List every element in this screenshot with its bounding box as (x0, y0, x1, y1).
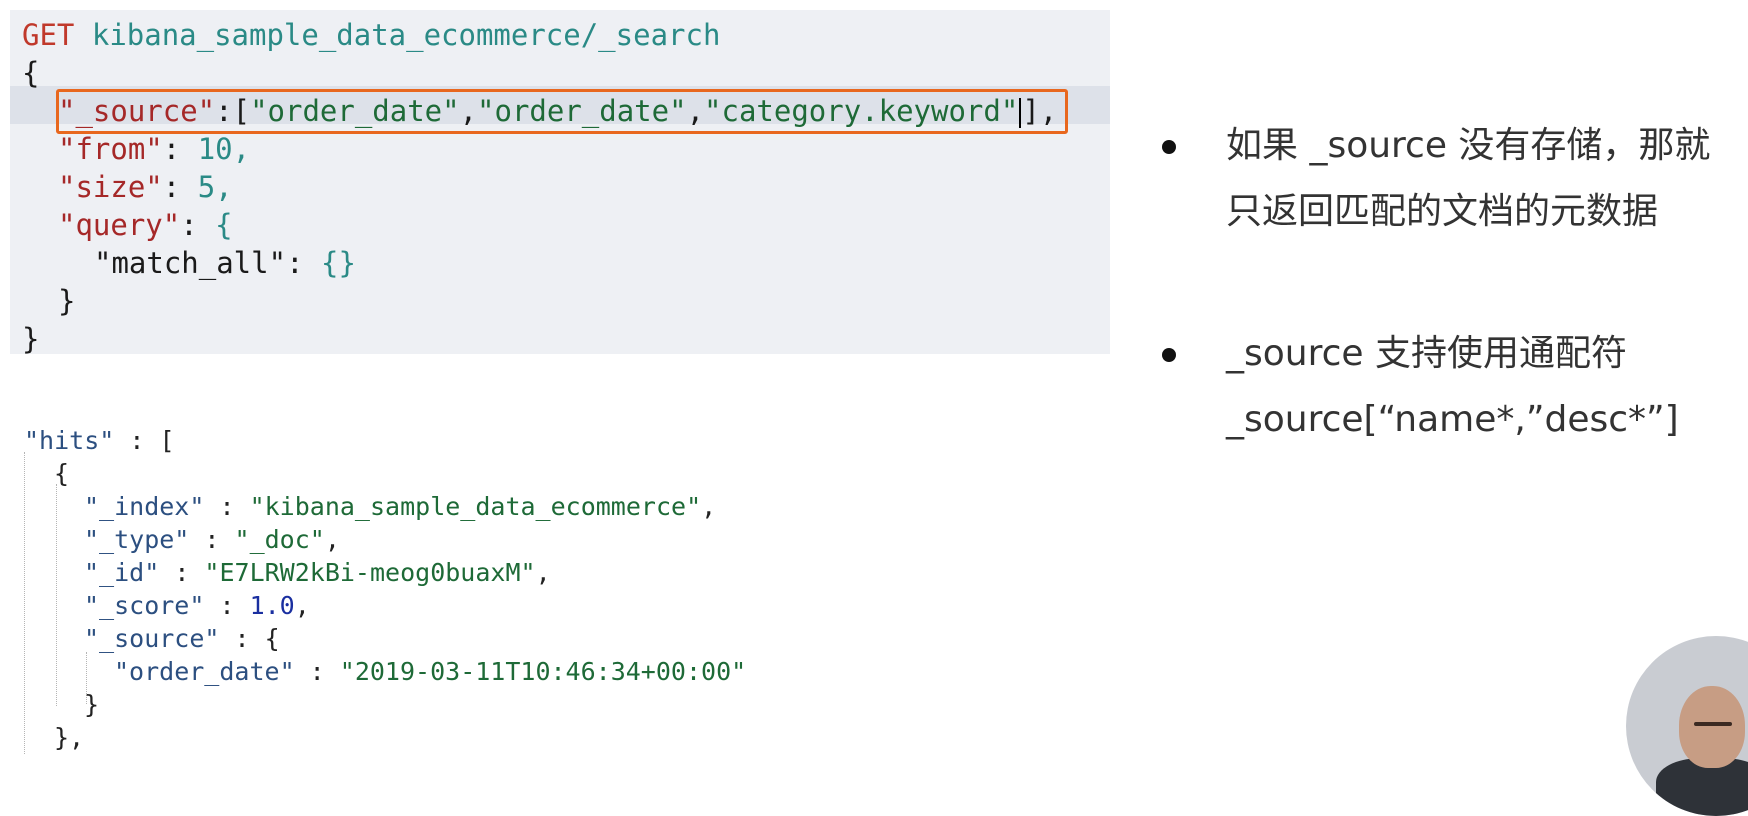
order-date-line: "order_date" : "2019-03-11T10:46:34+00:0… (114, 657, 747, 686)
request-editor[interactable]: GET kibana_sample_data_ecommerce/_search… (10, 10, 1110, 356)
hit-close-brace: }, (54, 723, 85, 752)
field-line-id: "_id" : "E7LRW2kBi-meog0buaxM", (84, 558, 551, 587)
request-open-brace: { (22, 56, 40, 90)
hit-open-brace: { (54, 459, 70, 488)
note-1-line-2: 只返回匹配的文档的元数据 (1226, 191, 1659, 232)
source-highlight-box (56, 89, 1068, 134)
from-value: 10 (197, 132, 233, 166)
query-key: "query" (58, 208, 181, 242)
source-close-brace: } (84, 690, 100, 719)
field-line-index: "_index" : "kibana_sample_data_ecommerce… (84, 492, 717, 521)
size-value: 5 (197, 170, 216, 204)
field-line-type: "_type" : "_doc", (84, 525, 340, 554)
indent-guide (56, 484, 57, 706)
presenter-video-thumbnail (1626, 636, 1748, 816)
hits-key: "hits" (24, 426, 115, 455)
bullet-icon (1162, 348, 1176, 362)
size-line: "size": 5, (58, 170, 233, 204)
indent-guide (24, 452, 25, 754)
note-2-line-2: _source[“name*,”desc*”] (1226, 399, 1679, 440)
order-date-value: "2019-03-11T10:46:34+00:00" (339, 657, 747, 686)
note-2-line-1: _source 支持使用通配符 (1226, 333, 1627, 374)
field-line-score: "_score" : 1.0, (84, 591, 310, 620)
match-all-line: "match_all": {} (94, 246, 356, 280)
response-source-key: "_source" (84, 624, 220, 653)
request-path: kibana_sample_data_ecommerce/_search (91, 18, 721, 52)
source-field-line: "_source" : { (84, 624, 280, 653)
size-key: "size" (58, 170, 163, 204)
note-1-line-1: 如果 _source 没有存储，那就 (1226, 125, 1711, 166)
request-line-1: GET kibana_sample_data_ecommerce/_search (22, 16, 720, 54)
request-close-brace: } (22, 322, 40, 356)
match-all-value: {} (320, 246, 356, 280)
hits-line: "hits" : [ (24, 426, 175, 455)
query-line: "query": { (58, 208, 233, 242)
bullet-icon (1162, 140, 1176, 154)
from-key: "from" (58, 132, 163, 166)
match-all-key: "match_all" (94, 246, 287, 280)
http-method: GET (22, 18, 75, 52)
query-close-brace: } (58, 284, 76, 318)
from-line: "from": 10, (58, 132, 251, 166)
